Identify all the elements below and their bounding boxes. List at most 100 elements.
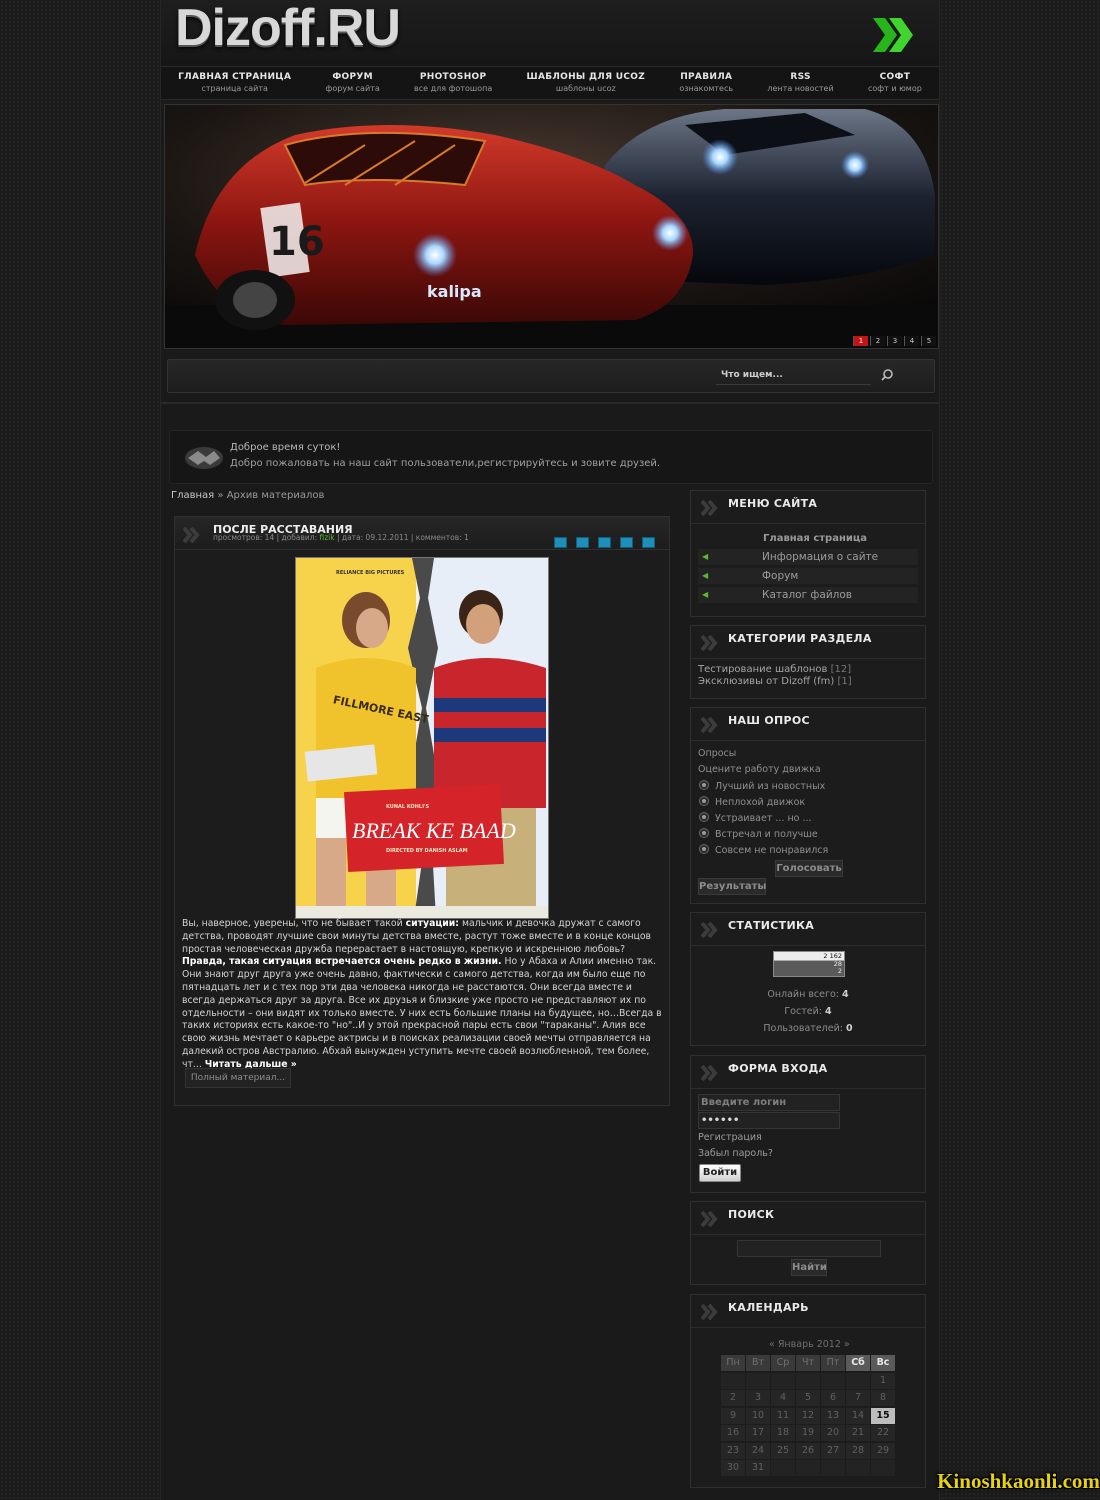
nav-item[interactable]: ГЛАВНАЯ СТРАНИЦА страница сайта: [178, 71, 291, 95]
slider-page-button[interactable]: 1: [853, 336, 868, 346]
calendar-day[interactable]: 17: [746, 1425, 770, 1441]
nav-item[interactable]: ФОРУМ форум сайта: [326, 71, 380, 95]
calendar-day[interactable]: 23: [721, 1442, 745, 1459]
slider-page-button[interactable]: 4: [904, 336, 919, 346]
login-button[interactable]: Войти: [699, 1164, 741, 1182]
double-chevron-icon: [701, 635, 718, 651]
poll-option[interactable]: Лучший из новостных: [699, 780, 825, 792]
nav-item[interactable]: RSS лента новостей: [767, 71, 833, 95]
search-icon[interactable]: [880, 368, 894, 382]
breadcrumb-home-link[interactable]: Главная: [171, 490, 214, 501]
calendar-day[interactable]: 1: [871, 1372, 895, 1389]
nav-item-title: ГЛАВНАЯ СТРАНИЦА: [178, 72, 292, 82]
category-name[interactable]: Эксклюзивы от Dizoff (fm): [698, 676, 834, 687]
post-author-link[interactable]: fizik: [320, 533, 335, 542]
slider-page-button[interactable]: 2: [870, 336, 885, 346]
poll-option[interactable]: Встречал и получше: [699, 828, 818, 840]
menu-item-home[interactable]: Главная страница: [763, 533, 867, 544]
radio-button[interactable]: [699, 780, 709, 790]
category-name[interactable]: Тестирование шаблонов: [698, 664, 827, 675]
share-icon[interactable]: [576, 537, 589, 548]
category-item[interactable]: Эксклюзивы от Dizoff (fm) [1]: [698, 676, 852, 688]
calendar-day[interactable]: 19: [796, 1425, 820, 1441]
radio-button[interactable]: [699, 844, 709, 854]
radio-button[interactable]: [699, 812, 709, 822]
register-link[interactable]: Регистрация: [698, 1132, 762, 1143]
nav-item[interactable]: СОФТ софт и юмор: [868, 71, 922, 95]
calendar-day[interactable]: 20: [821, 1425, 845, 1441]
poll-option[interactable]: Неплохой движок: [699, 796, 805, 808]
poll-option[interactable]: Устраивает ... но ...: [699, 812, 812, 824]
calendar-day[interactable]: 5: [796, 1390, 820, 1406]
calendar-day[interactable]: 21: [846, 1425, 870, 1441]
results-button[interactable]: Результаты: [698, 878, 766, 895]
calendar-day[interactable]: 25: [771, 1442, 795, 1459]
post-text: Вы, наверное, уверены, что не бывает так…: [182, 918, 406, 929]
double-arrow-icon: [873, 18, 913, 52]
category-list: Тестирование шаблонов [12] Эксклюзивы от…: [698, 664, 852, 688]
sidebar-search-input[interactable]: [737, 1240, 881, 1257]
block-header: МЕНЮ САЙТА: [691, 491, 925, 524]
calendar-day[interactable]: 15: [871, 1407, 895, 1424]
site-logo[interactable]: Dizoff.RU: [175, 0, 401, 58]
password-input[interactable]: ••••••: [698, 1112, 840, 1129]
calendar-day[interactable]: 12: [796, 1407, 820, 1424]
calendar-day[interactable]: 18: [771, 1425, 795, 1441]
menu-item-catalog[interactable]: ◀ Каталог файлов: [698, 587, 918, 603]
calendar-day[interactable]: 8: [871, 1390, 895, 1406]
arrow-icon: ◀: [702, 571, 709, 580]
calendar-day[interactable]: 16: [721, 1425, 745, 1441]
radio-button[interactable]: [699, 828, 709, 838]
nav-item[interactable]: ШАБЛОНЫ ДЛЯ UCOZ шаблоны ucoz: [527, 71, 646, 95]
calendar-day[interactable]: 6: [821, 1390, 845, 1406]
category-item[interactable]: Тестирование шаблонов [12]: [698, 664, 852, 676]
nav-item[interactable]: ПРАВИЛА ознакомтесь: [679, 71, 733, 95]
nav-item[interactable]: PHOTOSHOP все для фотошопа: [414, 71, 492, 95]
movie-poster-image[interactable]: RELIANCE BIG PICTURES FILLMORE EAST KUNA…: [295, 557, 549, 919]
calendar-day[interactable]: 10: [746, 1407, 770, 1424]
calendar-day[interactable]: 7: [846, 1390, 870, 1406]
calendar-day[interactable]: 14: [846, 1407, 870, 1424]
calendar-day[interactable]: 13: [821, 1407, 845, 1424]
share-icon[interactable]: [598, 537, 611, 548]
radio-button[interactable]: [699, 796, 709, 806]
calendar-day[interactable]: 26: [796, 1442, 820, 1459]
calendar-day[interactable]: 31: [746, 1460, 770, 1476]
calendar-day[interactable]: 27: [821, 1442, 845, 1459]
block-title: ПОИСК: [728, 1208, 775, 1221]
calendar-day[interactable]: 30: [721, 1460, 745, 1476]
stats-value: 4: [842, 989, 849, 1000]
find-button[interactable]: Найти: [791, 1259, 827, 1276]
share-icon[interactable]: [620, 537, 633, 548]
calendar-day[interactable]: 11: [771, 1407, 795, 1424]
nav-item-subtitle: все для фотошопа: [414, 84, 493, 93]
vote-button[interactable]: Голосовать: [775, 860, 843, 877]
poll-option-label: Лучший из новостных: [715, 781, 826, 792]
calendar-day[interactable]: 2: [721, 1390, 745, 1406]
calendar-day[interactable]: 24: [746, 1442, 770, 1459]
calendar-weekday: Пт: [821, 1355, 845, 1371]
poll-option[interactable]: Совсем не понравился: [699, 844, 828, 856]
menu-item-info[interactable]: ◀ Информация о сайте: [698, 549, 918, 565]
calendar-day[interactable]: 3: [746, 1390, 770, 1406]
nav-item-title: ПРАВИЛА: [680, 72, 733, 82]
calendar-day[interactable]: 29: [871, 1442, 895, 1459]
slider-page-button[interactable]: 5: [921, 336, 936, 346]
breadcrumb: Главная » Архив материалов: [171, 490, 324, 501]
calendar-month[interactable]: « Январь 2012 »: [769, 1339, 850, 1350]
forgot-password-link[interactable]: Забыл пароль?: [698, 1148, 773, 1159]
share-icon[interactable]: [554, 537, 567, 548]
menu-item-forum[interactable]: ◀ Форум: [698, 568, 918, 584]
share-icon[interactable]: [642, 537, 655, 548]
calendar-day[interactable]: 28: [846, 1442, 870, 1459]
calendar-empty-cell: [721, 1372, 745, 1389]
calendar-day[interactable]: 4: [771, 1390, 795, 1406]
site-counter-widget[interactable]: 2 162 28 2: [773, 951, 845, 977]
slider-page-button[interactable]: 3: [887, 336, 902, 346]
top-search-input[interactable]: Что ищем...: [716, 366, 871, 385]
calendar-day[interactable]: 9: [721, 1407, 745, 1424]
full-material-button[interactable]: Полный материал...: [185, 1068, 291, 1088]
calendar-day[interactable]: 22: [871, 1425, 895, 1441]
login-input[interactable]: Введите логин: [698, 1094, 840, 1111]
site-header: Dizoff.RU: [161, 0, 939, 66]
